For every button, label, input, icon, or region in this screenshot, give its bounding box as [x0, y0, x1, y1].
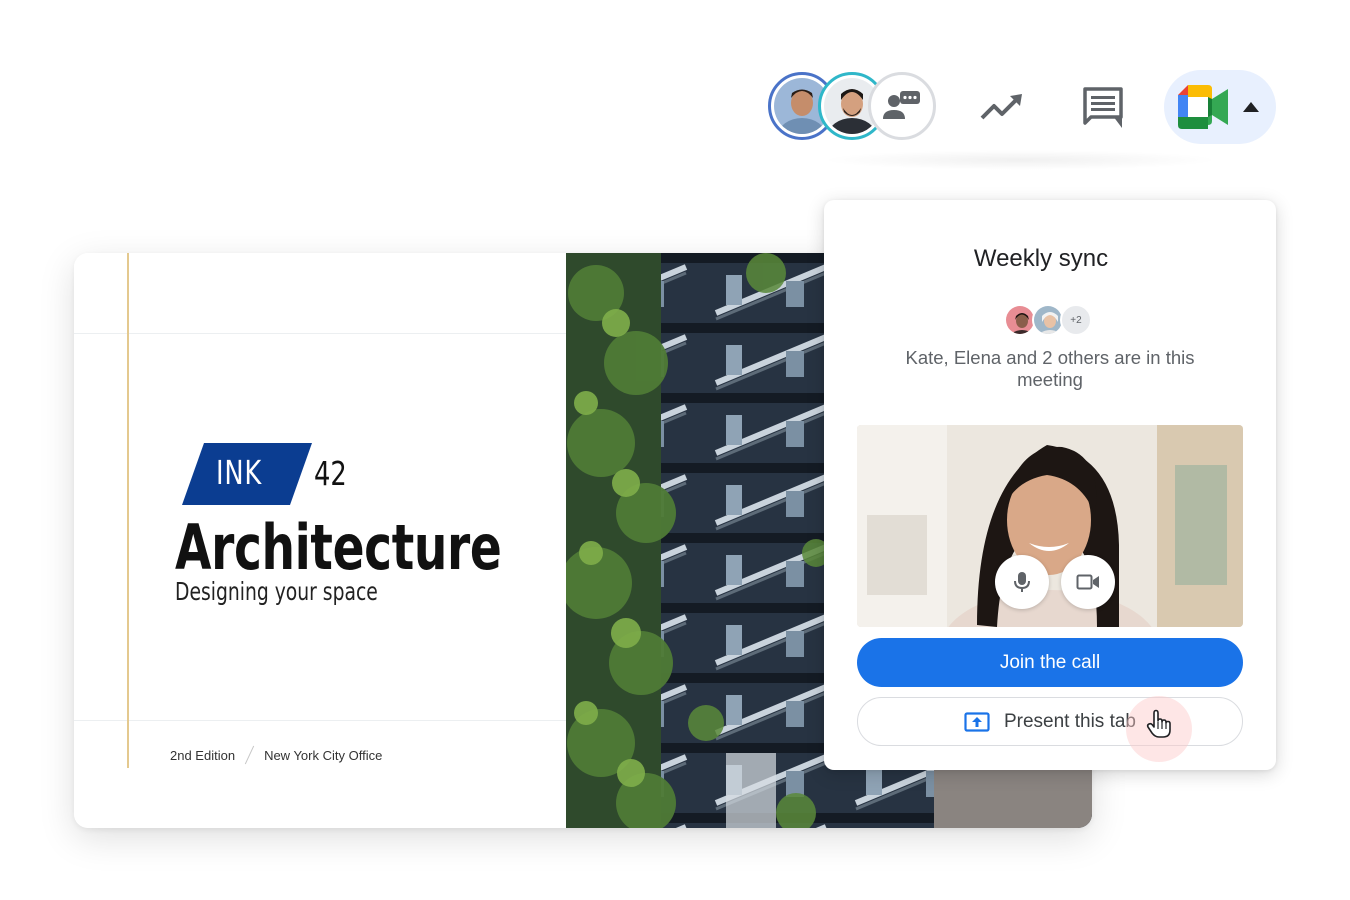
- self-video-preview: [857, 425, 1243, 627]
- divider: [74, 333, 566, 334]
- camera-toggle[interactable]: [1061, 555, 1115, 609]
- toolbar-shadow: [820, 150, 1220, 170]
- more-participants-badge: +2: [1060, 304, 1092, 336]
- present-tab-label: Present this tab: [1003, 710, 1137, 732]
- footer-separator: [244, 745, 255, 765]
- edition-label: 2nd Edition: [170, 747, 236, 763]
- slide-text-panel: INK 42 Architecture Designing your space…: [74, 253, 566, 828]
- meeting-description: Kate, Elena and 2 others are in this mee…: [905, 347, 1195, 390]
- trending-up-icon[interactable]: [976, 80, 1030, 134]
- slide-footer: 2nd Edition New York City Office: [170, 745, 382, 765]
- hand-pointer-cursor-icon: [1146, 709, 1171, 738]
- chat-icon[interactable]: [1076, 80, 1130, 134]
- slide-badge: INK 42: [182, 443, 442, 505]
- meeting-participants: +2: [1004, 304, 1114, 336]
- participant-avatar-3[interactable]: [868, 72, 936, 140]
- caret-up-icon: [1243, 102, 1259, 112]
- accent-rule: [127, 253, 129, 768]
- meeting-toolbar: [760, 62, 1290, 152]
- slide-title: Architecture: [175, 511, 502, 584]
- camera-icon: [1076, 574, 1099, 590]
- meet-button[interactable]: [1164, 70, 1276, 144]
- slide-subtitle: Designing your space: [175, 577, 378, 606]
- divider: [74, 720, 566, 721]
- present-screen-icon: [964, 711, 990, 732]
- meet-popup: Weekly sync +2 Kate, Elena and 2 others …: [824, 200, 1276, 770]
- badge-label: INK: [216, 453, 263, 492]
- speaking-person-icon: [883, 91, 920, 119]
- participant-avatars[interactable]: [768, 72, 938, 142]
- meeting-title: Weekly sync: [973, 245, 1109, 272]
- microphone-toggle[interactable]: [995, 555, 1049, 609]
- badge-number: 42: [314, 454, 347, 493]
- join-call-button[interactable]: Join the call: [857, 638, 1243, 687]
- office-label: New York City Office: [264, 747, 383, 763]
- google-meet-icon: [1178, 85, 1228, 129]
- microphone-icon: [1014, 572, 1030, 592]
